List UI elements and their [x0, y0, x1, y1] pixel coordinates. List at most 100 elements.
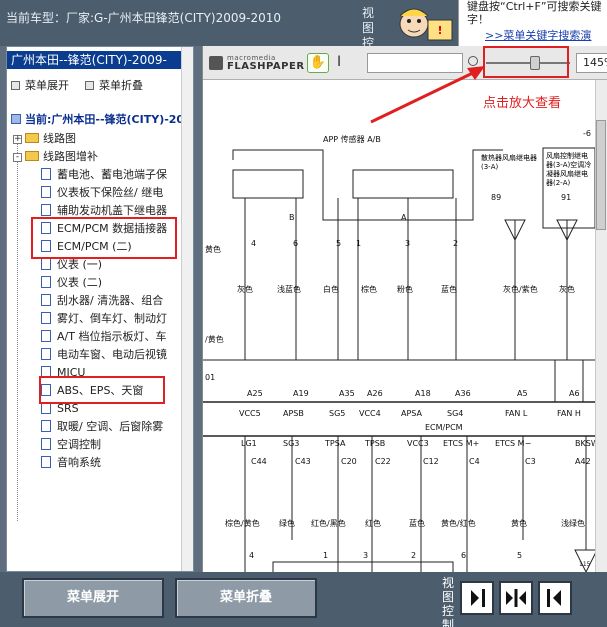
svg-text:89: 89 — [491, 193, 501, 202]
svg-text:ECM/PCM: ECM/PCM — [425, 423, 463, 432]
arrow-right-icon — [471, 589, 485, 607]
svg-text:1: 1 — [323, 551, 328, 560]
expand-toggle-icon[interactable]: + — [13, 135, 22, 144]
split-arrows-icon — [506, 589, 526, 607]
view-control-label-bottom: 视图控制 — [442, 576, 455, 627]
tree-item[interactable]: 取暖/ 空调、后窗除雾 — [41, 418, 163, 436]
text-select-tool-button[interactable]: I — [337, 54, 341, 70]
highlight-box-zoom — [483, 46, 569, 78]
svg-text:棕色: 棕色 — [361, 284, 377, 294]
tree-item-label: 仪表板下保险丝/ 继电 — [57, 186, 164, 199]
svg-text:SG5: SG5 — [329, 409, 345, 418]
zoom-level-field[interactable]: 145% — [576, 53, 607, 73]
tree-item[interactable]: 音响系统 — [41, 454, 101, 472]
document-icon — [41, 348, 51, 360]
tree-scrollbar[interactable] — [181, 47, 193, 571]
svg-text:A25: A25 — [247, 389, 263, 398]
svg-text:TPSA: TPSA — [324, 439, 346, 448]
zoom-annotation: 点击放大查看 — [483, 96, 562, 111]
document-icon — [41, 312, 51, 324]
viewer-scrollbar-thumb[interactable] — [596, 120, 606, 230]
viewer-scrollbar[interactable] — [595, 80, 607, 572]
tree-folder-wiring-supplement[interactable]: - 线路图增补 — [13, 148, 98, 166]
svg-text:A5: A5 — [517, 389, 528, 398]
svg-text:A36: A36 — [455, 389, 471, 398]
svg-text:灰色: 灰色 — [237, 284, 253, 294]
find-input[interactable] — [367, 53, 463, 73]
tree-item[interactable]: 蓄电池、蓄电池端子保 — [41, 166, 167, 184]
tree-item[interactable]: 空调控制 — [41, 436, 101, 454]
tree-item[interactable]: 电动车窗、电动后视镜 — [41, 346, 167, 364]
svg-text:5: 5 — [336, 239, 341, 248]
svg-text:C44: C44 — [251, 457, 267, 466]
svg-text:VCC3: VCC3 — [407, 439, 429, 448]
search-tip-box: 键盘按“Ctrl+F”可搜索关键 字！ >>菜单关键字搜索演 — [458, 0, 607, 46]
current-node-label: 当前:广州本田--锋范(CITY)-20 — [25, 113, 185, 126]
current-node[interactable]: 当前:广州本田--锋范(CITY)-20 — [11, 111, 184, 127]
tree-item[interactable]: 雾灯、倒车灯、制动灯 — [41, 310, 167, 328]
svg-text:黄色/红色: 黄色/红色 — [441, 518, 476, 528]
svg-text:BKSW: BKSW — [575, 439, 596, 448]
svg-text:C12: C12 — [423, 457, 439, 466]
svg-text:粉色: 粉色 — [397, 284, 413, 294]
collapse-toggle-icon[interactable]: - — [13, 153, 22, 162]
search-demo-link[interactable]: >>菜单关键字搜索演 — [485, 27, 591, 43]
svg-text:红色/黑色: 红色/黑色 — [311, 518, 346, 528]
svg-text:-6: -6 — [583, 129, 591, 138]
hand-tool-button[interactable]: ✋ — [307, 53, 329, 73]
fan-relay-label-left: 散热器风扇继电器(3-A) — [481, 154, 537, 171]
svg-text:FAN L: FAN L — [505, 409, 528, 418]
svg-text:灰色: 灰色 — [559, 284, 575, 294]
view-split-button[interactable] — [499, 581, 533, 615]
svg-text:LG1: LG1 — [241, 439, 257, 448]
tree-item-label: 雾灯、倒车灯、制动灯 — [57, 312, 167, 325]
tree-item[interactable]: A/T 档位指示板灯、车 — [41, 328, 166, 346]
svg-text:C20: C20 — [341, 457, 357, 466]
document-icon — [41, 258, 51, 270]
document-icon — [41, 276, 51, 288]
collapse-menu-link[interactable]: 菜单折叠 — [85, 77, 143, 93]
expand-menu-link[interactable]: 菜单展开 — [11, 77, 69, 93]
schematic-box-b: B — [289, 213, 295, 222]
schematic-sensor-title: APP 传感器 A/B — [323, 134, 381, 144]
tree-guide-line — [17, 141, 18, 521]
fan-relay-label-right: 风扇控制继电器(3-A)空调冷凝器风扇继电器(2-A) — [546, 152, 592, 187]
tree-item[interactable]: 仪表板下保险丝/ 继电 — [41, 184, 163, 202]
svg-text:SG3: SG3 — [283, 439, 299, 448]
svg-text:115: 115 — [579, 561, 591, 568]
svg-text:6: 6 — [461, 551, 466, 560]
tree-item-label: 电动车窗、电动后视镜 — [57, 348, 167, 361]
collapse-menu-label: 菜单折叠 — [99, 79, 143, 92]
svg-text:APSA: APSA — [401, 409, 423, 418]
svg-text:黄色: 黄色 — [511, 518, 527, 528]
highlight-box-ecm — [31, 217, 177, 259]
svg-text:1: 1 — [356, 239, 361, 248]
tree-item[interactable]: 刮水器/ 清洗器、组合 — [41, 292, 163, 310]
tree-item-label: 辅助发动机盖下继电器 — [57, 204, 167, 217]
mascot-icon: ! — [399, 8, 453, 41]
highlight-box-abs — [39, 376, 165, 404]
view-right-panel-button[interactable] — [538, 581, 572, 615]
document-icon — [41, 420, 51, 432]
svg-text:灰色/紫色: 灰色/紫色 — [503, 284, 538, 294]
tree-folder-wiring[interactable]: + 线路图 — [13, 130, 76, 148]
tree-title: 广州本田--锋范(CITY)-2009- — [7, 51, 193, 69]
svg-text:浅蓝色: 浅蓝色 — [277, 284, 301, 294]
collapse-icon — [85, 81, 94, 90]
arrow-left-icon — [547, 589, 561, 607]
svg-text:白色: 白色 — [323, 284, 339, 294]
collapse-menu-button[interactable]: 菜单折叠 — [175, 578, 317, 618]
panel-divider[interactable] — [194, 46, 202, 572]
expand-icon — [11, 81, 20, 90]
svg-text:VCC4: VCC4 — [359, 409, 381, 418]
tree-item[interactable]: 仪表 (二) — [41, 274, 102, 292]
expand-menu-button[interactable]: 菜单展开 — [22, 578, 164, 618]
svg-text:!: ! — [437, 24, 442, 37]
tree-folder-label: 线路图增补 — [43, 150, 98, 163]
view-left-panel-button[interactable] — [460, 581, 494, 615]
wiring-schematic: APP 传感器 A/B B A 4 6 5 1 3 2 灰色 浅蓝色 白色 棕色… — [203, 129, 596, 572]
car-model-title: 当前车型：厂家:G-广州本田锋范(CITY)2009-2010 — [6, 11, 282, 25]
search-icon[interactable] — [468, 56, 478, 66]
svg-text:A19: A19 — [293, 389, 309, 398]
document-icon — [41, 294, 51, 306]
